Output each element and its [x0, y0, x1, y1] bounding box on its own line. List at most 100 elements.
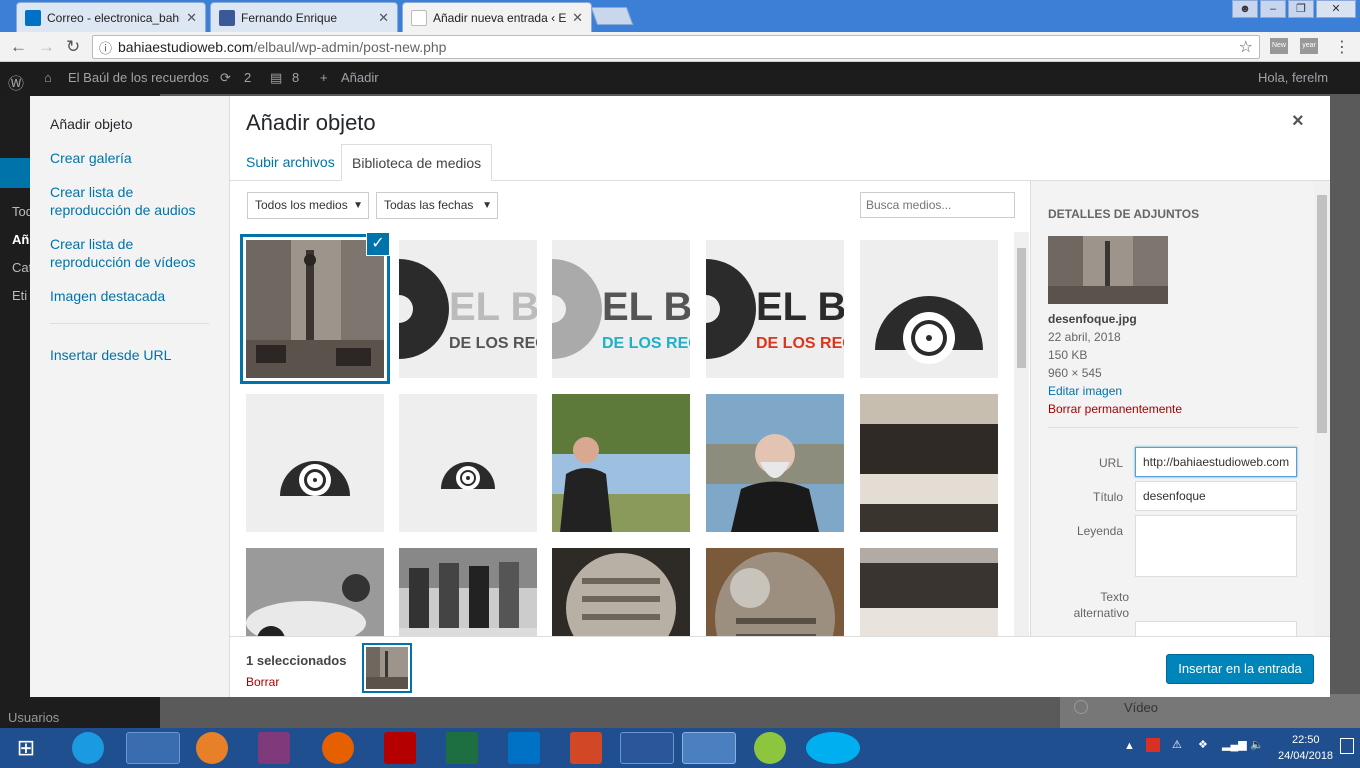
chevron-down-icon: ▼: [353, 200, 363, 211]
clock-date[interactable]: 24/04/2018: [1278, 750, 1333, 762]
windows-start-icon[interactable]: ⊞: [10, 732, 42, 764]
scroll-thumb[interactable]: [1317, 195, 1327, 433]
extension-new-icon[interactable]: New: [1270, 38, 1288, 54]
menu-create-gallery[interactable]: Crear galería: [50, 149, 220, 167]
clock-time[interactable]: 22:50: [1292, 734, 1320, 746]
menu-insert-from-url[interactable]: Insertar desde URL: [50, 346, 220, 364]
attachment-vinyl-2[interactable]: [246, 394, 384, 532]
outlook-icon[interactable]: [508, 732, 540, 764]
close-tab-icon[interactable]: ✕: [186, 10, 197, 26]
skype-icon[interactable]: [806, 732, 860, 764]
insert-into-post-button[interactable]: Insertar en la entrada: [1166, 654, 1314, 684]
title-field[interactable]: desenfoque: [1135, 481, 1297, 511]
attachment-logo-1[interactable]: EL BA DE LOS REC: [399, 240, 537, 378]
grid-scrollbar[interactable]: [1014, 232, 1029, 636]
search-media-input[interactable]: [860, 192, 1015, 218]
filter-media-type[interactable]: Todos los medios ▼: [247, 192, 369, 219]
clear-selection-link[interactable]: Borrar: [246, 675, 279, 689]
forward-icon[interactable]: →: [38, 37, 55, 57]
new-tab-button[interactable]: [590, 7, 634, 25]
title-label: Título: [1092, 490, 1123, 504]
dreamweaver-icon[interactable]: [754, 732, 786, 764]
attachment-race-car[interactable]: [246, 548, 384, 636]
url-field[interactable]: http://bahiaestudioweb.com: [1135, 447, 1297, 477]
firefox-icon[interactable]: [322, 732, 354, 764]
new-content-link[interactable]: Añadir: [341, 70, 379, 85]
attachment-man-park[interactable]: [552, 394, 690, 532]
windows-taskbar: ⊞ ▲ ⚠ ❖ ▂▄▆ 🔈 22:50 24/04/2018: [0, 728, 1360, 768]
site-name-link[interactable]: El Baúl de los recuerdos: [68, 70, 209, 85]
file-explorer-icon[interactable]: [126, 732, 180, 764]
dropbox-icon[interactable]: ❖: [1198, 738, 1208, 751]
menu-featured-image[interactable]: Imagen destacada: [50, 287, 220, 305]
tab-media-library[interactable]: Biblioteca de medios: [341, 144, 493, 181]
tab-correo[interactable]: Correo - electronica_bahi ✕: [16, 2, 206, 32]
internet-explorer-icon[interactable]: [72, 732, 104, 764]
attachment-plaque-2[interactable]: [706, 548, 844, 636]
attachment-team-photo-1[interactable]: [860, 394, 998, 532]
photo-thumbnail: [706, 394, 844, 532]
user-greeting[interactable]: Hola, ferelm: [1258, 70, 1328, 85]
network-alert-icon[interactable]: ⚠: [1172, 738, 1182, 751]
minimize-icon[interactable]: –: [1260, 0, 1286, 18]
selection-count: 1 seleccionados: [246, 653, 347, 668]
gmail-notifier-icon[interactable]: [1146, 738, 1160, 752]
close-tab-icon[interactable]: ✕: [378, 10, 389, 26]
volume-icon[interactable]: 🔈: [1250, 738, 1264, 751]
url-field[interactable]: ⓘ bahiaestudioweb.com/elbaul/wp-admin/po…: [92, 35, 1260, 59]
close-tab-icon[interactable]: ✕: [572, 10, 583, 26]
comments-icon[interactable]: ▤: [270, 70, 282, 86]
details-thumbnail: [1048, 236, 1168, 304]
radio-video[interactable]: [1074, 700, 1088, 714]
tab-facebook[interactable]: Fernando Enrique ✕: [210, 2, 398, 32]
close-icon[interactable]: ×: [1292, 110, 1304, 133]
attachment-logo-2[interactable]: EL BA DE LOS REC: [552, 240, 690, 378]
reload-icon[interactable]: ↻: [66, 37, 80, 57]
edit-image-link[interactable]: Editar imagen: [1048, 384, 1122, 398]
bookmark-star-icon[interactable]: ☆: [1239, 37, 1253, 57]
close-window-icon[interactable]: ✕: [1316, 0, 1356, 18]
extension-year-icon[interactable]: year: [1300, 38, 1318, 54]
info-icon[interactable]: ⓘ: [99, 38, 112, 57]
wordpress-logo-icon[interactable]: Ⓦ: [8, 70, 24, 94]
check-icon[interactable]: ✓: [366, 232, 390, 256]
menu-create-audio-playlist[interactable]: Crear lista de reproducción de audios: [50, 183, 210, 219]
notifications-icon[interactable]: [1340, 738, 1354, 754]
powerpoint-icon[interactable]: [570, 732, 602, 764]
excel-icon[interactable]: [446, 732, 478, 764]
selected-thumbnail[interactable]: [366, 647, 408, 689]
delete-permanently-link[interactable]: Borrar permanentemente: [1048, 402, 1182, 416]
details-scrollbar[interactable]: [1314, 181, 1330, 636]
chrome-icon[interactable]: [682, 732, 736, 764]
menu-icon[interactable]: ⋮: [1334, 37, 1350, 57]
restore-icon[interactable]: ❐: [1288, 0, 1314, 18]
street-photo: [366, 647, 408, 689]
onenote-icon[interactable]: [258, 732, 290, 764]
wifi-icon[interactable]: ▂▄▆: [1222, 738, 1247, 751]
back-icon[interactable]: ←: [10, 37, 27, 57]
tab-wordpress[interactable]: Añadir nueva entrada ‹ E ✕: [402, 2, 592, 32]
attachment-man-window[interactable]: [706, 394, 844, 532]
word-icon[interactable]: [620, 732, 674, 764]
updates-icon[interactable]: ⟳: [220, 70, 231, 86]
menu-separator: [50, 323, 209, 324]
attachment-group-photo[interactable]: [399, 548, 537, 636]
filezilla-icon[interactable]: [384, 732, 416, 764]
menu-add-object[interactable]: Añadir objeto: [50, 115, 220, 133]
profile-icon[interactable]: ☻: [1232, 0, 1258, 18]
tab-upload-files[interactable]: Subir archivos: [236, 144, 345, 181]
attachment-vinyl-3[interactable]: [399, 394, 537, 532]
caption-field[interactable]: [1135, 515, 1297, 577]
media-player-icon[interactable]: [196, 732, 228, 764]
browser-tab-bar: Correo - electronica_bahi ✕ Fernando Enr…: [0, 0, 1360, 32]
attachment-logo-3[interactable]: EL BA DE LOS REC: [706, 240, 844, 378]
menu-create-video-playlist[interactable]: Crear lista de reproducción de vídeos: [50, 235, 210, 271]
sidebar-item-users[interactable]: Usuarios: [8, 710, 59, 725]
attachment-vinyl-1[interactable]: [860, 240, 998, 378]
scroll-thumb[interactable]: [1017, 248, 1026, 368]
attachment-plaque-1[interactable]: [552, 548, 690, 636]
attachment-desenfoque[interactable]: [246, 240, 384, 378]
filter-date[interactable]: Todas las fechas ▼: [376, 192, 498, 219]
show-hidden-icons[interactable]: ▲: [1124, 740, 1135, 752]
attachment-team-photo-2[interactable]: [860, 548, 998, 636]
